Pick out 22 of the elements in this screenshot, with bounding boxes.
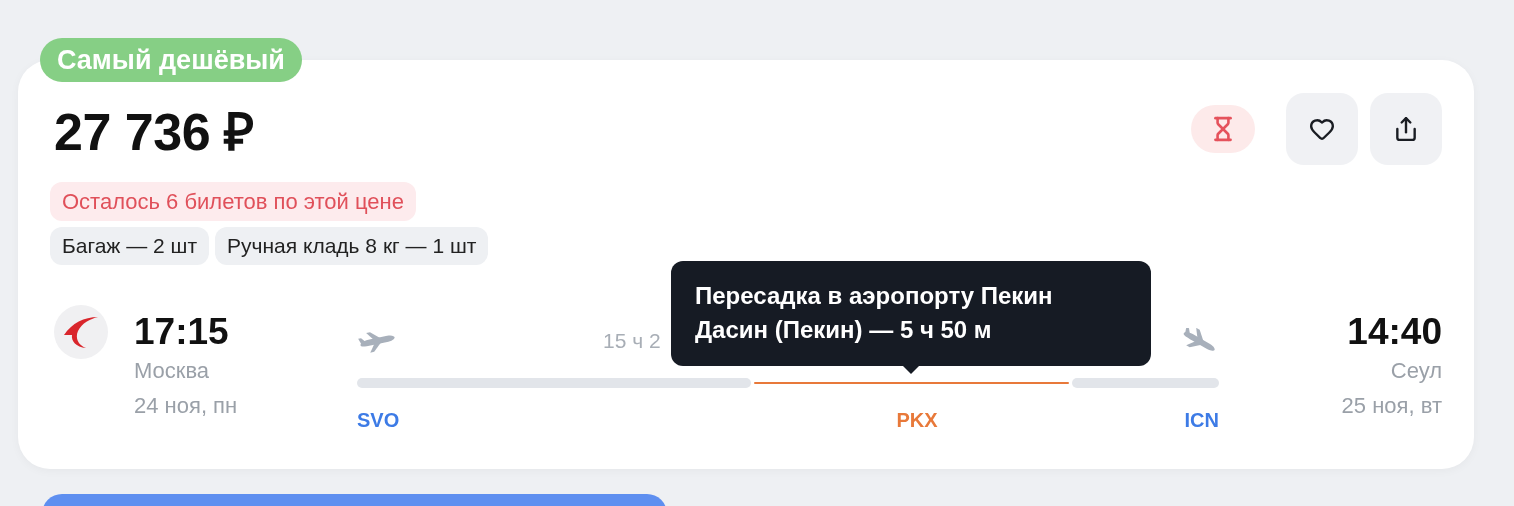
cheapest-badge: Самый дешёвый xyxy=(40,38,302,82)
airport-code[interactable]: PKX xyxy=(896,408,938,432)
airline-logo xyxy=(54,305,108,359)
arrival-time: 14:40 xyxy=(1347,310,1442,354)
baggage-tag: Багаж — 2 шт xyxy=(50,227,210,265)
arrival-date: 25 ноя, вт xyxy=(1341,392,1442,420)
airport-code[interactable]: ICN xyxy=(1184,408,1219,432)
arrival-city: Сеул xyxy=(1390,357,1442,385)
tickets-left-label: Осталось 6 билетов по этой цене xyxy=(50,182,416,221)
price: 27 736 ₽ xyxy=(54,101,255,163)
departure-time: 17:15 xyxy=(134,310,230,354)
flight-duration: 15 ч 2 xyxy=(603,329,661,353)
share-button[interactable] xyxy=(1370,93,1442,165)
share-icon xyxy=(1393,116,1419,142)
baggage-tag: Ручная кладь 8 кг — 1 шт xyxy=(215,227,489,265)
tooltip-pointer xyxy=(903,366,919,374)
favorite-button[interactable] xyxy=(1286,93,1358,165)
heart-icon xyxy=(1309,116,1335,142)
departure-city: Москва xyxy=(134,357,211,385)
airport-code[interactable]: SVO xyxy=(357,408,400,432)
departure-date: 24 ноя, пн xyxy=(134,392,239,420)
layover-tooltip: Пересадка в аэропорту Пекин Дасин (Пекин) — 5 ч 50 м xyxy=(671,261,1151,366)
